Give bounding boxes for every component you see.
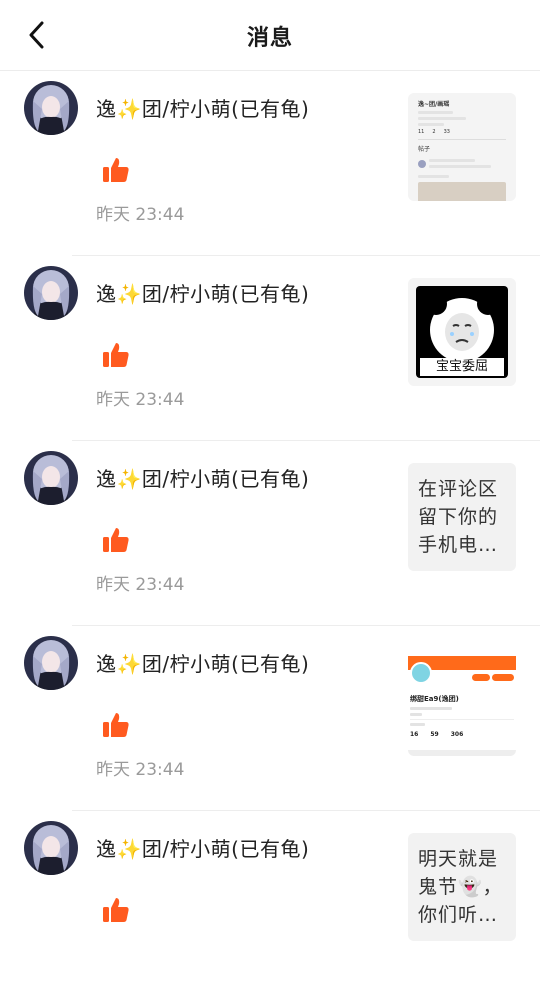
list-item[interactable]: 逸✨团/柠小萌(已有龟) 昨天 23:44 宝宝委屈: [0, 256, 540, 441]
list-item[interactable]: 逸✨团/柠小萌(已有龟) 昨天 23:44 绑甜Ea9(逸团) 16 59 30…: [0, 626, 540, 811]
profile-thumbnail[interactable]: 绑甜Ea9(逸团) 16 59 306: [408, 648, 516, 756]
post-preview-text[interactable]: 明天就是鬼节👻，你们听…: [408, 833, 516, 941]
thumbs-up-icon: [101, 710, 131, 740]
sender-name: 逸✨团/柠小萌(已有龟): [96, 97, 310, 121]
avatar[interactable]: [24, 81, 78, 135]
sender-name: 逸✨团/柠小萌(已有龟): [96, 837, 310, 861]
preview-title: 逸~团/画瑶: [418, 101, 450, 108]
avatar[interactable]: [24, 821, 78, 875]
comment-preview-text[interactable]: 在评论区留下你的手机电…: [408, 463, 516, 571]
meme-caption: 宝宝委屈: [420, 358, 504, 376]
preview-title: 绑甜Ea9(逸团): [410, 695, 459, 703]
sender-name: 逸✨团/柠小萌(已有龟): [96, 282, 310, 306]
thumbs-up-icon: [101, 155, 131, 185]
preview-stat: 16: [410, 731, 419, 738]
preview-tab: 帖子: [418, 146, 431, 153]
list-item[interactable]: 逸✨团/柠小萌(已有龟) 昨天 23:44 在评论区留下你的手机电…: [0, 441, 540, 626]
timestamp: 昨天 23:44: [96, 760, 185, 780]
sender-name: 逸✨团/柠小萌(已有龟): [96, 652, 310, 676]
preview-stat: 11: [418, 129, 425, 135]
thumbs-up-icon: [101, 340, 131, 370]
timestamp: 昨天 23:44: [96, 390, 185, 410]
avatar[interactable]: [24, 636, 78, 690]
meme-thumbnail[interactable]: 宝宝委屈: [408, 278, 516, 386]
avatar[interactable]: [24, 266, 78, 320]
preview-stat: 306: [450, 731, 464, 738]
timestamp: 昨天 23:44: [96, 205, 185, 225]
preview-stat: 2: [432, 129, 436, 135]
list-item[interactable]: 逸✨团/柠小萌(已有龟) 明天就是鬼节👻，你们听…: [0, 811, 540, 996]
preview-stat: 59: [430, 731, 439, 738]
timestamp: 昨天 23:44: [96, 575, 185, 595]
list-item[interactable]: 逸✨团/柠小萌(已有龟) 昨天 23:44 逸~团/画瑶 11 2 33 帖子: [0, 71, 540, 256]
sender-name: 逸✨团/柠小萌(已有龟): [96, 467, 310, 491]
thumbs-up-icon: [101, 895, 131, 925]
post-thumbnail[interactable]: 逸~团/画瑶 11 2 33 帖子: [408, 93, 516, 201]
preview-stat: 33: [443, 129, 450, 135]
top-bar: 消息: [0, 0, 540, 71]
avatar[interactable]: [24, 451, 78, 505]
message-list: 逸✨团/柠小萌(已有龟) 昨天 23:44 逸~团/画瑶 11 2 33 帖子: [0, 71, 540, 996]
thumbs-up-icon: [101, 525, 131, 555]
page-title: 消息: [246, 26, 293, 51]
